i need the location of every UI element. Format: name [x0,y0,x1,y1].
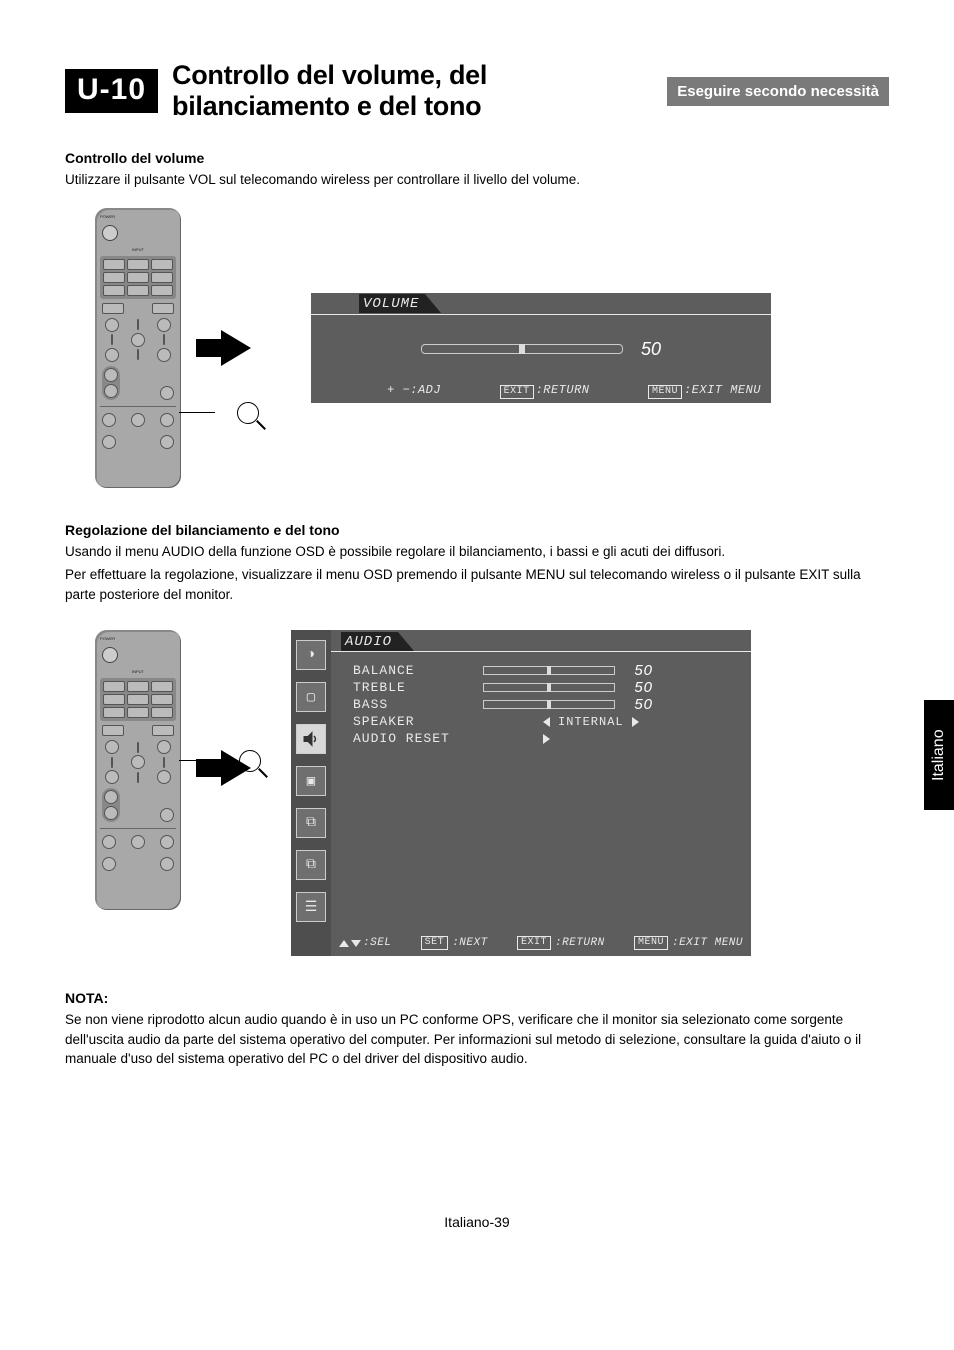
remote-control-illustration: POWER INPUT [95,630,181,910]
legend-exitmenu: MENU:EXIT MENU [634,936,743,950]
chapter-title: Controllo del volume, del bilanciamento … [172,60,653,122]
legend-sel: :SEL [339,936,391,950]
chapter-code-badge: U-10 [65,69,158,113]
osd-audio-title: AUDIO [341,632,406,651]
tone-body-2: Per effettuare la regolazione, visualizz… [65,565,889,604]
volume-figure-row: POWER INPUT [95,208,889,488]
tone-heading: Regolazione del bilanciamento e del tono [65,522,889,538]
legend-exitmenu: MENU:EXIT MENU [648,383,761,399]
osd-row-audio-reset[interactable]: AUDIO RESET [353,730,751,747]
volume-value: 50 [641,339,661,360]
audio-figure-row: POWER INPUT [95,630,889,956]
speaker-value: INTERNAL [558,715,624,729]
osd-volume-screen: VOLUME 50 . + −:ADJ EXIT:RETURN MENU:EXI… [311,293,771,403]
remote-control-illustration: POWER INPUT [95,208,181,488]
osd-row-speaker[interactable]: SPEAKER INTERNAL [353,713,751,730]
chevron-right-icon[interactable] [543,734,550,744]
osd-sidebar-icon-audio[interactable] [296,724,326,754]
necessity-badge: Eseguire secondo necessità [667,77,889,106]
volume-slider[interactable] [421,344,623,354]
section-header: U-10 Controllo del volume, del bilanciam… [65,60,889,122]
osd-sidebar-icon[interactable]: ⧉ [296,850,326,880]
legend-return: EXIT:RETURN [500,383,590,399]
osd-volume-title: VOLUME [359,294,433,313]
legend-adj: + −:ADJ [387,383,441,399]
chevron-left-icon[interactable] [543,717,550,727]
osd-audio-screen: ◑ ▢ ▣ ⧉ ⧉ ☰ AUDIO [291,630,751,956]
chevron-right-icon[interactable] [632,717,639,727]
arrow-right-icon [221,750,251,786]
tone-body-1: Usando il menu AUDIO della funzione OSD … [65,542,889,562]
page-footer: Italiano-39 [0,1214,954,1230]
arrow-right-icon [221,330,251,366]
note-body: Se non viene riprodotto alcun audio quan… [65,1010,889,1069]
osd-sidebar-icon[interactable]: ◑ [296,640,326,670]
legend-return: EXIT:RETURN [517,936,605,950]
osd-sidebar-icon[interactable]: ☰ [296,892,326,922]
osd-row-treble[interactable]: TREBLE 50 [353,679,751,696]
osd-row-balance[interactable]: BALANCE 50 [353,662,751,679]
volume-heading: Controllo del volume [65,150,889,166]
osd-sidebar: ◑ ▢ ▣ ⧉ ⧉ ☰ [291,630,331,956]
legend-next: SET:NEXT [421,936,488,950]
osd-sidebar-icon[interactable]: ▢ [296,682,326,712]
osd-sidebar-icon[interactable]: ⧉ [296,808,326,838]
note-heading: NOTA: [65,990,889,1006]
osd-sidebar-icon[interactable]: ▣ [296,766,326,796]
osd-row-bass[interactable]: BASS 50 [353,696,751,713]
volume-body-text: Utilizzare il pulsante VOL sul telecoman… [65,170,889,190]
magnifier-icon [237,402,259,424]
language-side-tab: Italiano [924,700,954,810]
